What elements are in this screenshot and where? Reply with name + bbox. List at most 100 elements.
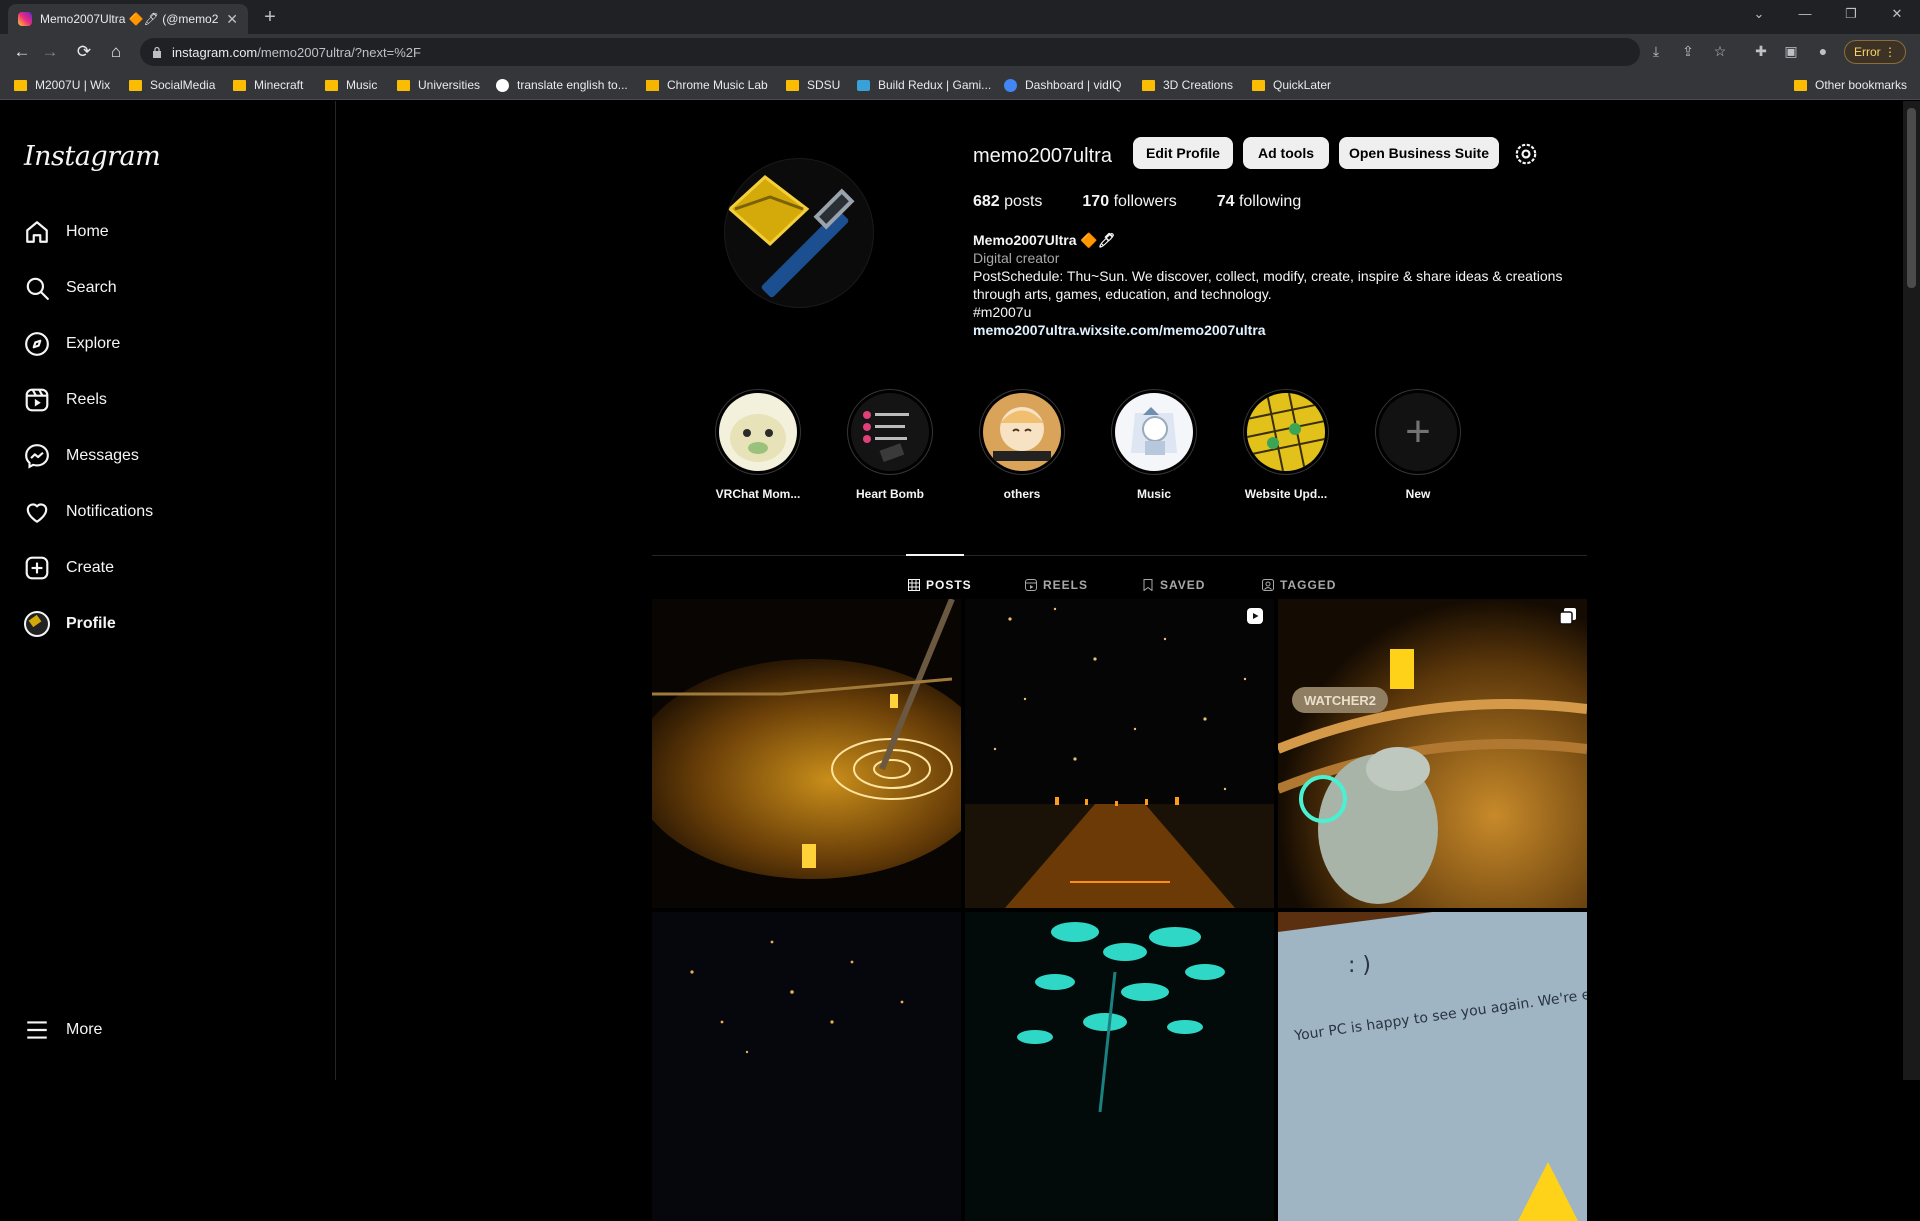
bookmark-label: 3D Creations bbox=[1163, 78, 1234, 92]
home-icon bbox=[26, 221, 48, 243]
post-tile[interactable] bbox=[652, 912, 961, 1221]
sidebar-item-notifications[interactable]: Notifications bbox=[24, 492, 314, 532]
sidebar-item-label: Search bbox=[66, 279, 117, 296]
bio-text: PostSchedule: Thu~Sun. We discover, coll… bbox=[973, 268, 1563, 302]
sidebar-item-create[interactable]: Create bbox=[24, 548, 314, 588]
bookmark-label: Music bbox=[346, 78, 378, 92]
sidebar-item-search[interactable]: Search bbox=[24, 268, 314, 308]
bookmark-star-icon[interactable]: ☆ bbox=[1709, 40, 1731, 62]
bookmark-item[interactable]: SDSU bbox=[786, 77, 840, 93]
sidebar-item-label: Notifications bbox=[66, 503, 154, 520]
ad-tools-button[interactable]: Ad tools bbox=[1243, 137, 1329, 169]
tab-label: REELS bbox=[1043, 578, 1089, 592]
post-tile[interactable] bbox=[652, 599, 961, 908]
display-name: Memo2007Ultra 🔶🖊 bbox=[973, 232, 1116, 248]
close-window-button[interactable]: ✕ bbox=[1874, 0, 1920, 30]
sidebar-item-more[interactable]: More bbox=[24, 1010, 314, 1050]
bookmark-item[interactable]: QuickLater bbox=[1252, 77, 1331, 93]
tab-label: TAGGED bbox=[1280, 578, 1337, 592]
sidebar-item-profile[interactable]: Profile bbox=[24, 604, 314, 644]
back-button[interactable]: ← bbox=[10, 40, 34, 64]
browser-tab[interactable]: Memo2007Ultra 🔶🖊 (@memo2007ultra) ✕ bbox=[8, 4, 248, 34]
highlight-item[interactable]: others bbox=[956, 389, 1088, 501]
bio-link[interactable]: memo2007ultra.wixsite.com/memo2007ultra bbox=[973, 321, 1593, 339]
sidebar-item-messages[interactable]: Messages bbox=[24, 436, 314, 476]
bookmark-item[interactable]: translate english to... bbox=[496, 77, 628, 93]
tab-saved[interactable]: SAVED bbox=[1142, 578, 1205, 592]
highlight-item[interactable]: VRChat Mom... bbox=[692, 389, 824, 501]
tab-reels[interactable]: REELS bbox=[1025, 578, 1088, 592]
post-tile[interactable] bbox=[965, 599, 1274, 908]
open-business-suite-button[interactable]: Open Business Suite bbox=[1339, 137, 1499, 169]
folder-icon bbox=[129, 79, 142, 91]
error-button[interactable]: Error ⋮ bbox=[1844, 40, 1906, 64]
close-tab-icon[interactable]: ✕ bbox=[226, 11, 238, 28]
instagram-app: Instagram Home Search Explore Reels Mess… bbox=[0, 101, 1920, 1221]
restore-button[interactable]: ❐ bbox=[1828, 0, 1874, 30]
share-icon[interactable]: ⇪ bbox=[1677, 40, 1699, 62]
search-icon bbox=[26, 277, 49, 300]
reel-badge-icon bbox=[1247, 608, 1263, 624]
highlight-cover-image bbox=[851, 393, 929, 471]
install-app-icon[interactable]: ⤓ bbox=[1645, 40, 1667, 62]
forward-button[interactable]: → bbox=[38, 40, 62, 64]
tag-user-icon bbox=[1262, 579, 1274, 591]
tab-label: SAVED bbox=[1160, 578, 1206, 592]
new-tab-button[interactable]: + bbox=[258, 6, 282, 30]
bookmark-item[interactable]: Music bbox=[325, 77, 377, 93]
sidebar-item-home[interactable]: Home bbox=[24, 212, 314, 252]
highlight-item[interactable]: Website Upd... bbox=[1220, 389, 1352, 501]
bookmark-item[interactable]: 3D Creations bbox=[1142, 77, 1233, 93]
extensions-icon[interactable]: ✚ bbox=[1750, 40, 1772, 62]
lock-icon bbox=[153, 46, 161, 58]
bookmark-item[interactable]: Dashboard | vidIQ bbox=[1004, 77, 1122, 93]
followers-label: followers bbox=[1113, 193, 1177, 210]
following-stat[interactable]: 74 following bbox=[1217, 193, 1302, 211]
profile-avatar-icon[interactable]: ● bbox=[1812, 40, 1834, 62]
reload-button[interactable]: ⟳ bbox=[72, 40, 96, 64]
edit-profile-button[interactable]: Edit Profile bbox=[1133, 137, 1233, 169]
sidebar-item-label: Messages bbox=[66, 447, 139, 464]
tab-search-icon[interactable]: ⌄ bbox=[1736, 0, 1782, 30]
posts-stat: 682 posts bbox=[973, 193, 1042, 211]
sidebar-item-explore[interactable]: Explore bbox=[24, 324, 314, 364]
bookmark-item[interactable]: Minecraft bbox=[233, 77, 303, 93]
post-tile[interactable]: WATCHER2 bbox=[1278, 599, 1587, 908]
new-highlight-button[interactable]: + New bbox=[1352, 389, 1484, 501]
address-bar[interactable]: instagram.com/memo2007ultra/?next=%2F bbox=[140, 38, 1640, 66]
profile-picture[interactable] bbox=[724, 158, 874, 308]
url-path: /memo2007ultra/?next=%2F bbox=[257, 44, 421, 60]
highlight-label: VRChat Mom... bbox=[715, 487, 801, 501]
highlight-item[interactable]: Music bbox=[1088, 389, 1220, 501]
minimize-button[interactable]: — bbox=[1782, 0, 1828, 30]
tab-posts[interactable]: POSTS bbox=[908, 578, 972, 592]
post-tile[interactable] bbox=[965, 912, 1274, 1221]
folder-icon bbox=[1142, 79, 1155, 91]
tab-tagged[interactable]: TAGGED bbox=[1262, 578, 1336, 592]
bookmark-item[interactable]: Chrome Music Lab bbox=[646, 77, 768, 93]
post-image: : ) Your PC is happy to see you again. W… bbox=[1278, 912, 1587, 1221]
instagram-logo[interactable]: Instagram bbox=[24, 141, 161, 172]
highlight-label: Website Upd... bbox=[1244, 487, 1328, 501]
bookmark-item[interactable]: SocialMedia bbox=[129, 77, 215, 93]
home-button[interactable]: ⌂ bbox=[104, 40, 128, 64]
other-bookmarks[interactable]: Other bookmarks bbox=[1794, 77, 1907, 93]
followers-stat[interactable]: 170 followers bbox=[1082, 193, 1176, 211]
scrollbar-thumb[interactable] bbox=[1907, 108, 1916, 288]
explore-icon bbox=[25, 332, 49, 356]
settings-gear-icon[interactable] bbox=[1513, 141, 1539, 167]
side-panel-icon[interactable]: ▣ bbox=[1780, 40, 1802, 62]
followers-count: 170 bbox=[1082, 193, 1110, 210]
sidebar-item-reels[interactable]: Reels bbox=[24, 380, 314, 420]
highlight-item[interactable]: Heart Bomb bbox=[824, 389, 956, 501]
bookmark-item[interactable]: M2007U | Wix bbox=[14, 77, 110, 93]
post-tile[interactable]: : ) Your PC is happy to see you again. W… bbox=[1278, 912, 1587, 1221]
folder-icon bbox=[1794, 79, 1807, 91]
bookmark-item[interactable]: Build Redux | Gami... bbox=[857, 77, 991, 93]
bookmark-item[interactable]: Universities bbox=[397, 77, 480, 93]
reels-icon bbox=[25, 388, 49, 412]
tabs-divider bbox=[652, 555, 1587, 556]
profile-main: memo2007ultra Edit Profile Ad tools Open… bbox=[337, 101, 1903, 1221]
bio-hashtag[interactable]: #m2007u bbox=[973, 303, 1593, 321]
following-count: 74 bbox=[1216, 193, 1235, 210]
